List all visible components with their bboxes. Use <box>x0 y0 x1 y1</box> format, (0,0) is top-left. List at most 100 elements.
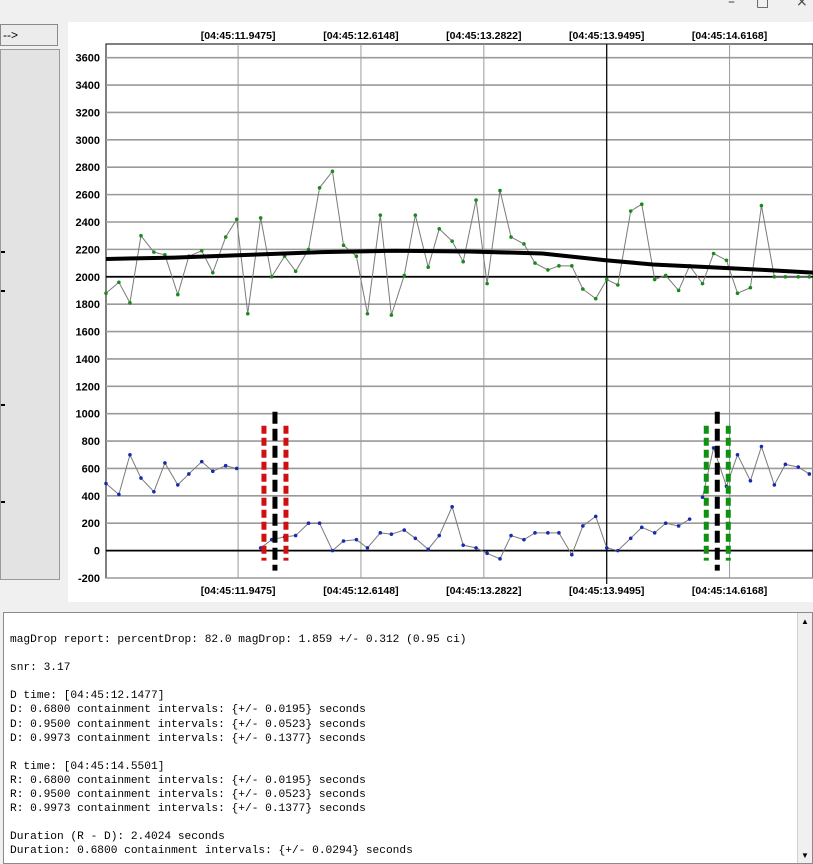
y-tick-label: 400 <box>82 491 100 503</box>
data-point <box>104 291 108 296</box>
data-point <box>210 270 215 275</box>
data-point <box>341 243 346 248</box>
data-point <box>426 265 431 269</box>
y-tick-label: 3400 <box>76 80 100 92</box>
data-point <box>402 528 407 532</box>
data-point <box>104 481 108 486</box>
data-point <box>783 462 788 467</box>
lightcurve-chart[interactable]: -200 0 200 400 600 800 1000 1200 1400 1600 1800 200… <box>68 22 813 602</box>
data-point <box>522 242 526 246</box>
report-line: snr: 3.17 <box>10 662 71 675</box>
y-tick-label: 3200 <box>76 107 100 119</box>
minimize-icon[interactable]: – <box>728 0 735 10</box>
data-point <box>223 463 228 468</box>
y-tick-label: 2000 <box>76 272 100 284</box>
data-point <box>546 531 550 535</box>
data-point <box>354 254 359 259</box>
x-tick-label-bottom: [04:45:13.2822] <box>446 585 521 597</box>
y-tick-label: -200 <box>78 573 100 585</box>
data-point <box>546 268 550 272</box>
data-point <box>317 185 322 190</box>
scroll-up-icon[interactable]: ▲ <box>798 615 812 629</box>
magdrop-report-panel[interactable]: magDrop report: percentDrop: 82.0 magDro… <box>3 612 813 864</box>
data-point <box>663 273 668 278</box>
data-point <box>152 250 156 254</box>
data-point <box>509 235 513 239</box>
data-point <box>485 281 489 286</box>
report-line: magDrop report: percentDrop: 82.0 magDro… <box>10 634 467 646</box>
data-point <box>402 273 407 278</box>
data-point <box>759 203 764 208</box>
data-point <box>139 476 143 480</box>
y-tick-label: 1200 <box>76 381 100 393</box>
data-point <box>341 539 346 543</box>
x-tick-label-bottom: [04:45:11.9475] <box>201 585 276 597</box>
y-tick-label: 1600 <box>76 327 100 339</box>
data-point <box>378 531 383 535</box>
y-tick-label: 3000 <box>76 135 100 147</box>
report-scrollbar[interactable]: ▲ ▼ <box>797 613 812 863</box>
data-point <box>128 452 132 457</box>
y-tick-label: 2600 <box>76 190 100 202</box>
lightcurve-plot-area[interactable]: -200 0 200 400 600 800 1000 1200 1400 1600 1800 200… <box>68 22 813 602</box>
data-point <box>498 557 502 561</box>
report-text: magDrop report: percentDrop: 82.0 magDro… <box>10 633 467 859</box>
report-line: D time: [04:45:12.1477] <box>10 690 165 703</box>
data-point <box>593 514 598 519</box>
data-point <box>269 274 274 279</box>
data-point <box>570 552 574 557</box>
panel-tick-mark <box>1 404 5 406</box>
maximize-icon[interactable]: □ <box>756 0 769 10</box>
data-point <box>426 547 431 552</box>
data-point <box>176 483 180 487</box>
data-point <box>687 517 692 521</box>
data-point <box>128 300 132 305</box>
y-tick-label: 2800 <box>76 162 100 174</box>
y-tick-label: 200 <box>82 518 100 530</box>
data-point <box>628 209 633 213</box>
data-point <box>117 492 121 497</box>
data-point <box>330 169 335 174</box>
data-point <box>306 521 311 526</box>
data-point <box>557 264 561 268</box>
data-point <box>234 217 239 222</box>
data-point <box>783 274 788 279</box>
data-point <box>293 269 298 274</box>
report-line: R: 0.9500 containment intervals: {+/- 0.… <box>10 789 366 802</box>
data-point <box>772 483 777 487</box>
data-point <box>293 533 298 538</box>
data-point <box>772 274 777 279</box>
data-point <box>796 274 801 279</box>
close-icon[interactable]: × <box>796 0 808 10</box>
scroll-down-icon[interactable]: ▼ <box>798 849 812 863</box>
y-tick-label: 600 <box>82 463 100 475</box>
data-point <box>176 292 180 297</box>
data-point <box>581 524 585 528</box>
data-point <box>570 264 574 268</box>
data-point <box>759 444 764 449</box>
panel-tick-mark <box>1 251 5 253</box>
forward-arrow-button[interactable]: --> <box>0 24 58 46</box>
data-point <box>139 233 143 238</box>
data-point <box>413 536 418 541</box>
report-line: R time: [04:45:14.5501] <box>10 760 165 773</box>
data-point <box>485 551 489 556</box>
data-point <box>724 258 729 263</box>
data-point <box>533 261 537 265</box>
data-point <box>210 469 215 474</box>
data-point <box>163 461 167 465</box>
data-point <box>628 536 633 541</box>
data-point <box>245 311 250 316</box>
data-point <box>389 313 394 317</box>
data-point <box>223 235 228 239</box>
panel-tick-mark <box>1 290 5 292</box>
data-point <box>604 546 609 550</box>
data-point <box>509 533 513 538</box>
data-point <box>533 531 537 535</box>
report-line: D: 0.9500 containment intervals: {+/- 0.… <box>10 718 366 731</box>
data-point <box>317 521 322 526</box>
data-point <box>498 188 502 193</box>
x-tick-label-bottom: [04:45:14.6168] <box>692 585 767 597</box>
data-point <box>450 505 454 509</box>
data-point <box>450 239 454 243</box>
